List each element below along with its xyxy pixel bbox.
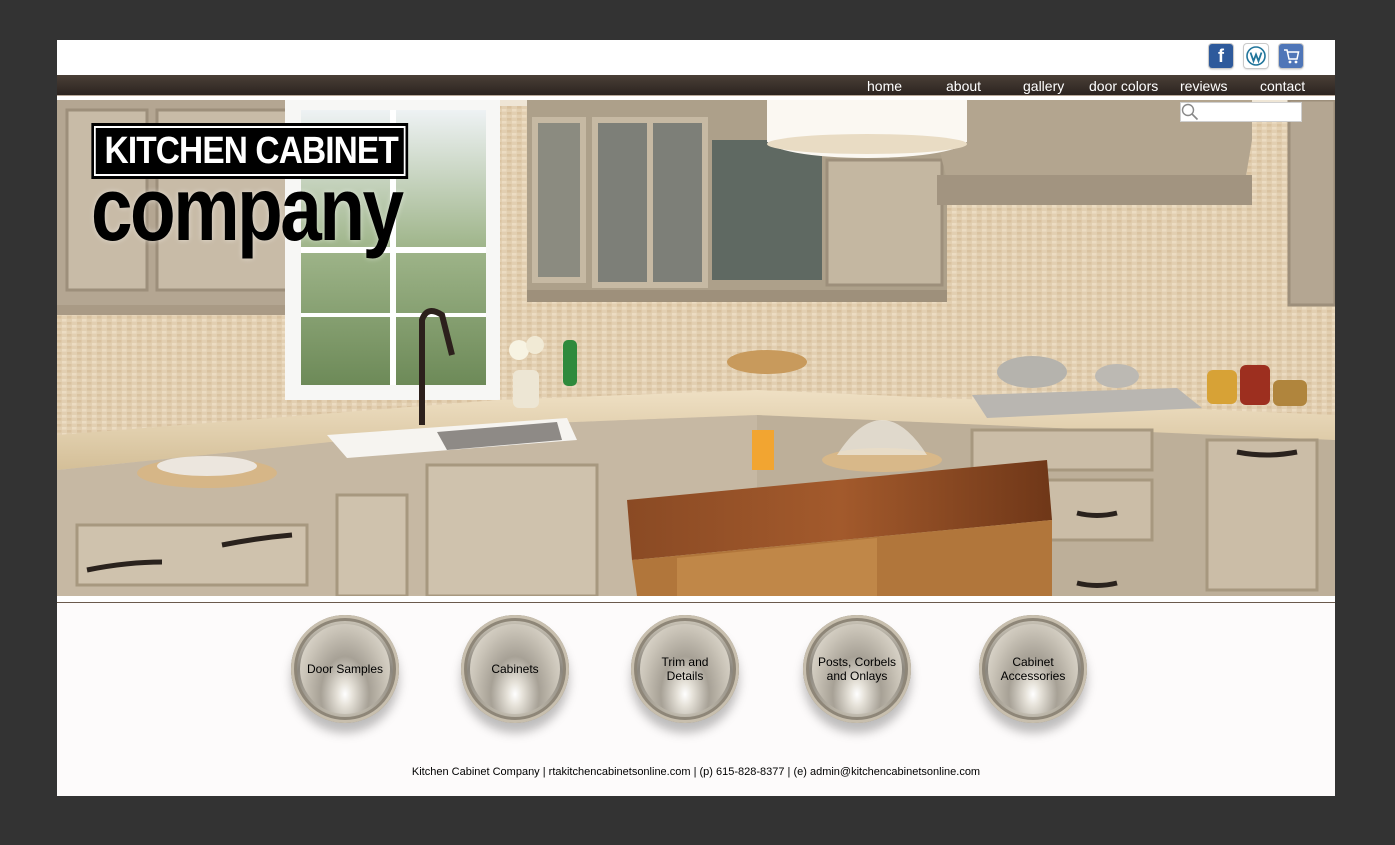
facebook-icon[interactable]: f [1209, 44, 1233, 68]
logo-line-2: company [91, 160, 404, 260]
nav-door-colors[interactable]: door colors [1089, 77, 1158, 95]
knob-face: Cabinet Accessories [988, 624, 1078, 714]
nav-about[interactable]: about [946, 77, 981, 95]
door-samples-button[interactable]: Door Samples [291, 615, 399, 723]
knob-face: Posts, Corbels and Onlays [812, 624, 902, 714]
nav-gallery[interactable]: gallery [1023, 77, 1064, 95]
facebook-glyph: f [1218, 45, 1224, 66]
company-logo[interactable]: KITCHEN CABINET company [91, 123, 465, 260]
search-box [1180, 102, 1302, 122]
knob-label: Trim and Details [661, 655, 709, 683]
knob-label: Posts, Corbels and Onlays [817, 655, 897, 683]
search-icon[interactable] [1181, 103, 1199, 121]
page-container: f home about gallery door colors reviews… [57, 40, 1335, 796]
section-divider [57, 596, 1335, 603]
trim-and-details-button[interactable]: Trim and Details [631, 615, 739, 723]
knob-face: Door Samples [300, 624, 390, 714]
footer-contact-info: Kitchen Cabinet Company | rtakitchencabi… [411, 766, 981, 778]
knob-label: Cabinet Accessories [1000, 655, 1066, 683]
nav-contact[interactable]: contact [1260, 77, 1305, 95]
knob-face: Trim and Details [640, 624, 730, 714]
cabinets-button[interactable]: Cabinets [461, 615, 569, 723]
wordpress-icon[interactable] [1244, 44, 1268, 68]
social-links: f [1209, 44, 1303, 68]
knob-label: Cabinets [491, 662, 539, 676]
cabinet-accessories-button[interactable]: Cabinet Accessories [979, 615, 1087, 723]
knob-face: Cabinets [470, 624, 560, 714]
hero-kitchen-image: KITCHEN CABINET company [57, 100, 1335, 596]
shopping-cart-icon[interactable] [1279, 44, 1303, 68]
posts-corbels-onlays-button[interactable]: Posts, Corbels and Onlays [803, 615, 911, 723]
main-navigation: home about gallery door colors reviews c… [57, 75, 1335, 96]
knob-label: Door Samples [306, 662, 384, 676]
nav-reviews[interactable]: reviews [1180, 77, 1227, 95]
nav-home[interactable]: home [867, 77, 902, 95]
